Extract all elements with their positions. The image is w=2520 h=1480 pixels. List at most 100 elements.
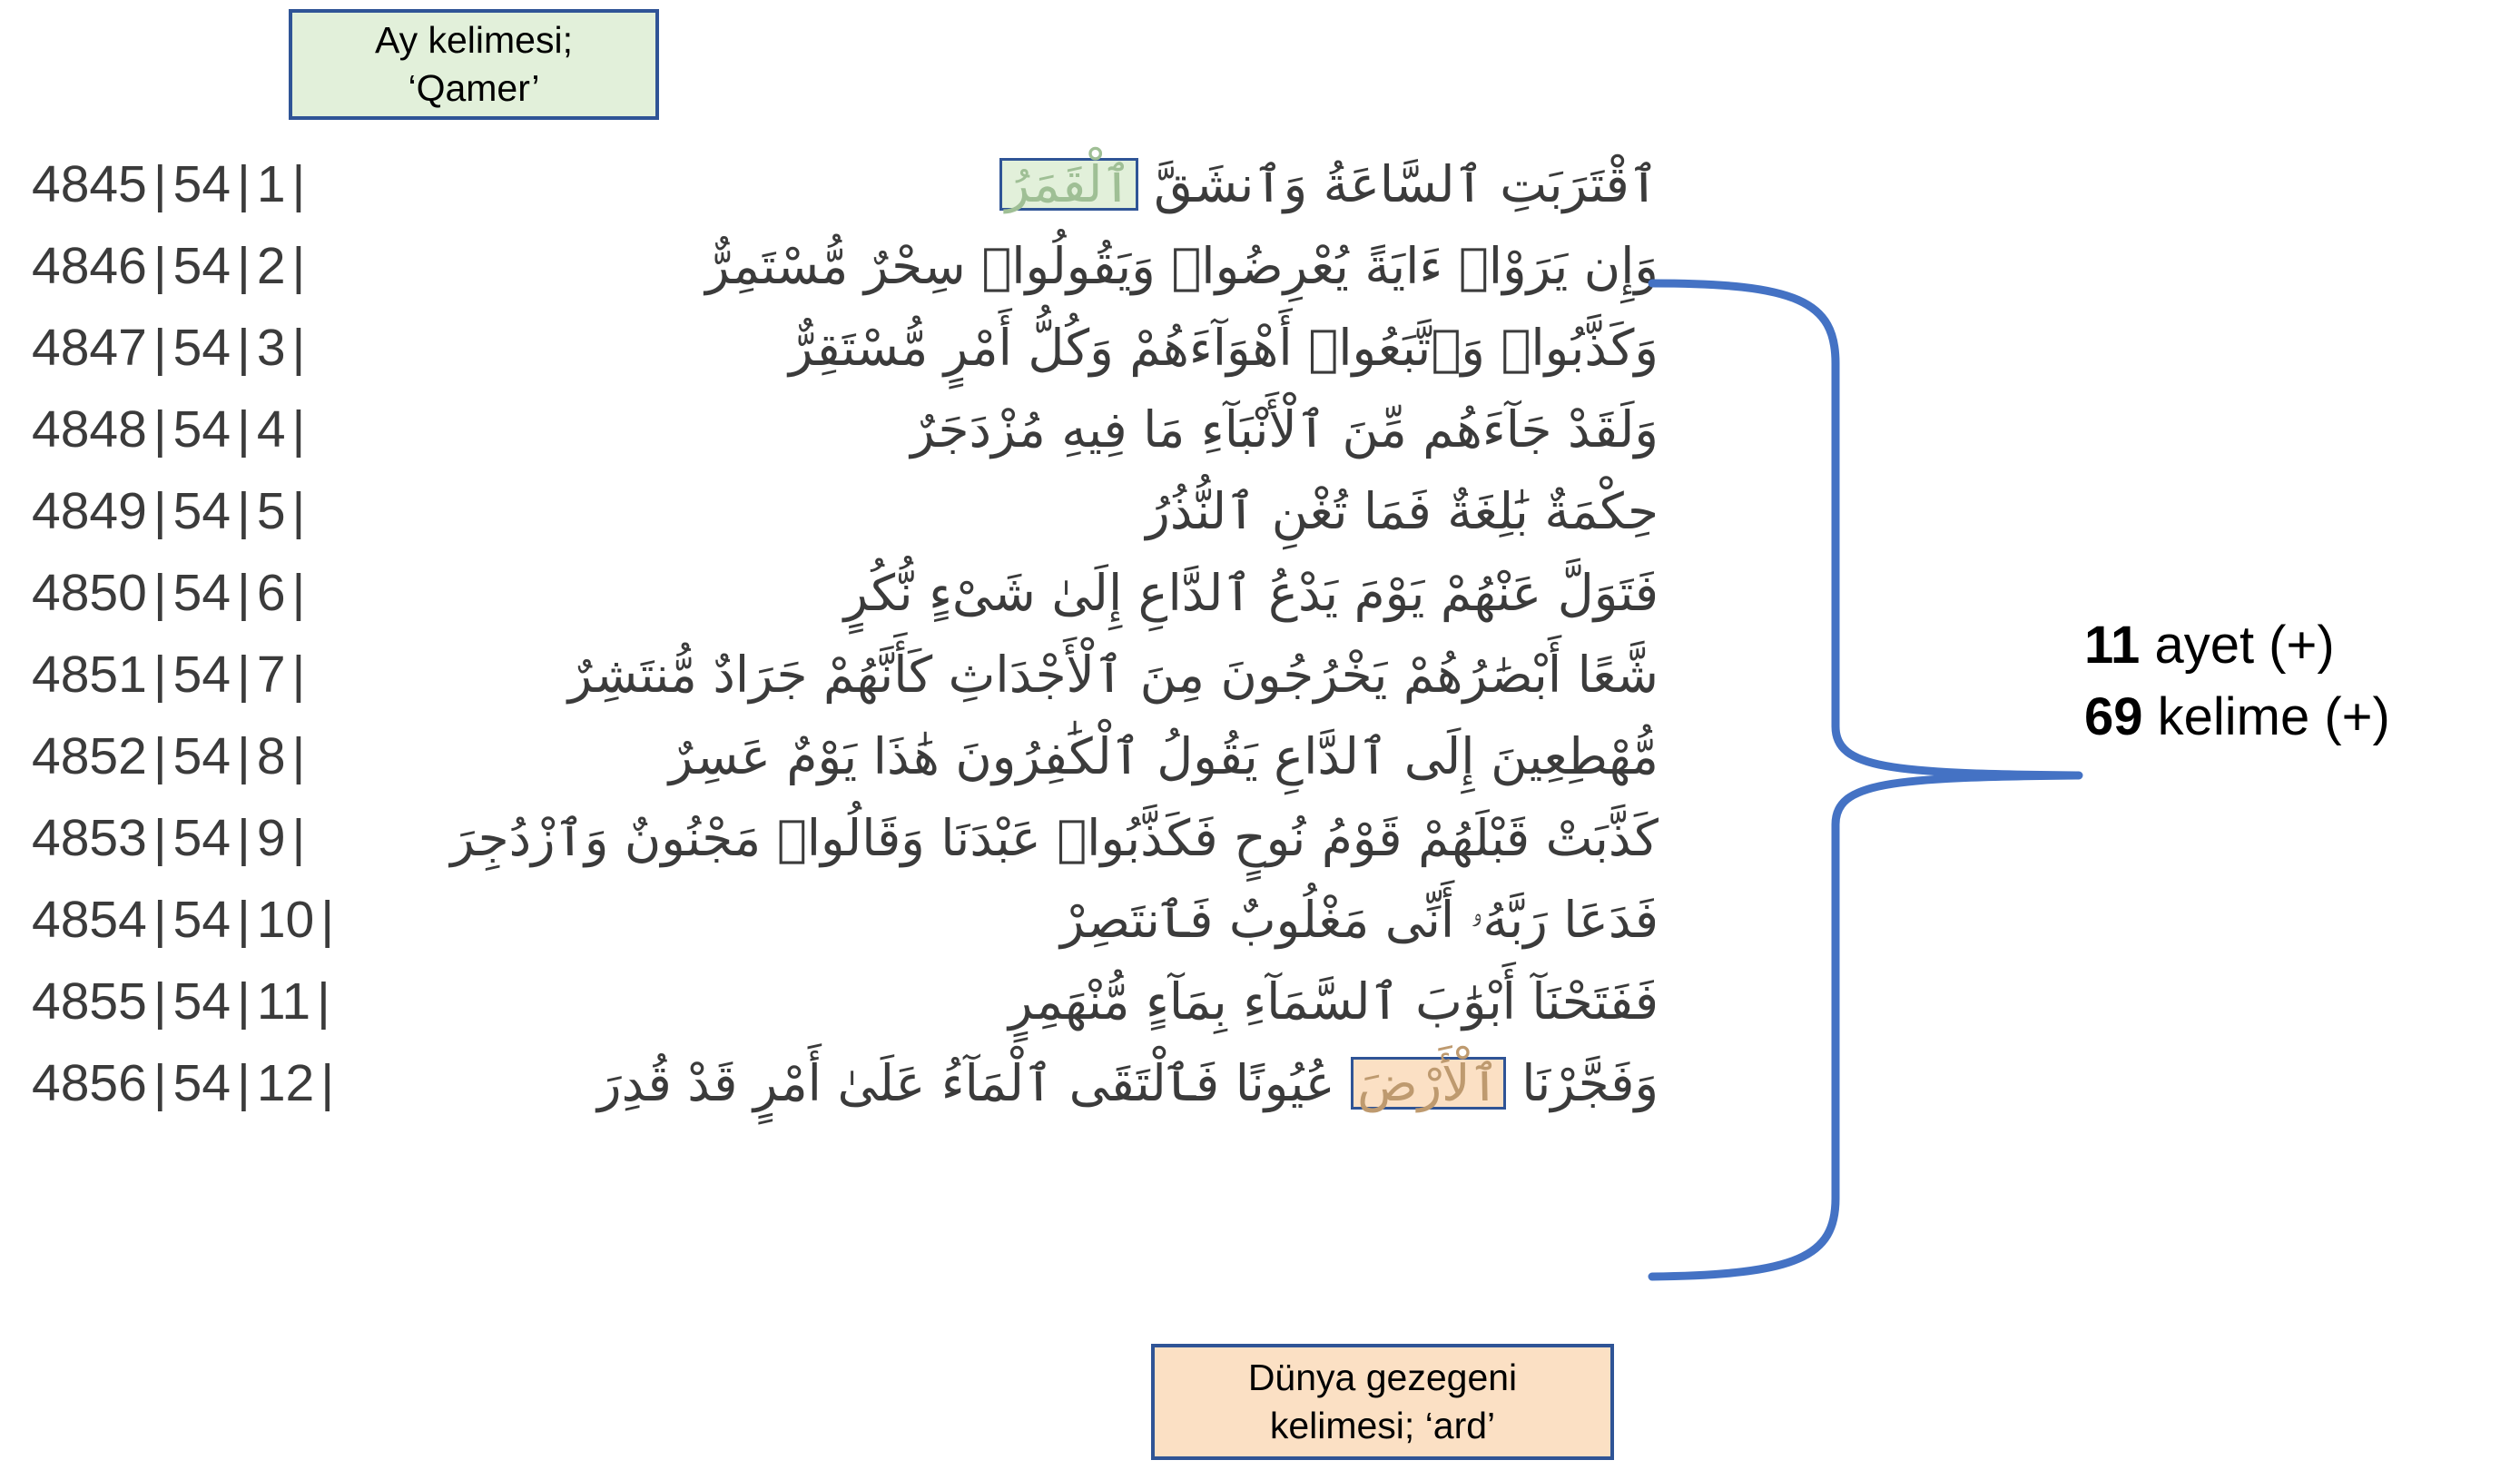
verse-separator: | (237, 482, 251, 540)
verse-text-pre: فَتَوَلَّ عَنْهُمْ يَوْمَ يَدْعُ ٱلدَّاع… (843, 563, 1659, 622)
verse-reference: 4845 | 54 | 1 | (32, 154, 311, 214)
summary-ayet-line: 11 ayet (+) (2084, 610, 2511, 682)
callout-moon-line1: Ay kelimesi; (375, 18, 573, 61)
callout-moon-line2: ‘Qamer’ (408, 67, 540, 109)
verse-separator: | (291, 400, 306, 459)
verse-list: ٱقْتَرَبَتِ ٱلسَّاعَةُ وَٱنشَقَّ ٱلْقَمَ… (32, 143, 1666, 1124)
verse-separator: | (153, 400, 167, 459)
verse-separator: | (153, 727, 167, 785)
verse-global-index: 4852 (32, 727, 147, 785)
verse-reference: 4856 | 54 | 12 | (32, 1053, 340, 1113)
verse-surah-number: 54 (172, 727, 231, 785)
verse-arabic-text: فَتَوَلَّ عَنْهُمْ يَوْمَ يَدْعُ ٱلدَّاع… (311, 567, 1666, 618)
verse-text-pre: فَدَعَا رَبَّهُۥ أَنِّى مَغْلُوبٌ فَٱنتَ… (1059, 890, 1659, 949)
verse-text-pre: وَلَقَدْ جَآءَهُم مِّنَ ٱلْأَنْبَآءِ مَا… (911, 400, 1659, 459)
summary-ayet-label: ayet (+) (2140, 616, 2335, 675)
verse-row: وَإِن يَرَوْاۡ ءَايَةً يُعْرِضُواۡ وَيَق… (32, 225, 1666, 307)
verse-row: وَفَجَّرْنَا ٱلْأَرْضَ عُيُونًا فَٱلْتَق… (32, 1042, 1666, 1124)
verse-global-index: 4853 (32, 809, 147, 867)
verse-reference: 4848 | 54 | 4 | (32, 400, 311, 459)
verse-ayah-number: 10 (256, 891, 315, 949)
verse-surah-number: 54 (172, 1054, 231, 1112)
grouping-brace (1648, 279, 2083, 1281)
verse-global-index: 4848 (32, 400, 147, 459)
verse-reference: 4852 | 54 | 8 | (32, 726, 311, 786)
verse-row: وَلَقَدْ جَآءَهُم مِّنَ ٱلْأَنْبَآءِ مَا… (32, 389, 1666, 470)
verse-text-pre: كَذَّبَتْ قَبْلَهُمْ قَوْمُ نُوحٍ فَكَذّ… (450, 808, 1659, 867)
verse-global-index: 4845 (32, 155, 147, 213)
verse-arabic-text: حِكْمَةٌ بَٰلِغَةٌ فَمَا تُغْنِ ٱلنُّذُر… (311, 486, 1666, 537)
callout-earth-line2: kelimesi; ‘ard’ (1269, 1405, 1496, 1446)
verse-surah-number: 54 (172, 564, 231, 622)
verse-global-index: 4854 (32, 891, 147, 949)
verse-separator: | (237, 319, 251, 377)
verse-separator: | (291, 482, 306, 540)
summary-kelime-count: 69 (2084, 686, 2143, 746)
verse-separator: | (237, 400, 251, 459)
verse-separator: | (237, 891, 251, 949)
verse-surah-number: 54 (172, 891, 231, 949)
verse-surah-number: 54 (172, 809, 231, 867)
verse-arabic-text: فَفَتَحْنَآ أَبْوَٰبَ ٱلسَّمَآءِ بِمَآءٍ… (337, 976, 1666, 1027)
verse-reference: 4849 | 54 | 5 | (32, 481, 311, 541)
verse-separator: | (291, 155, 306, 213)
verse-separator: | (237, 1054, 251, 1112)
verse-separator: | (291, 564, 306, 622)
verse-global-index: 4851 (32, 646, 147, 704)
verse-text-post: عُيُونًا فَٱلْتَقَى ٱلْمَآءُ عَلَىٰ أَمْ… (597, 1053, 1352, 1112)
verse-separator: | (291, 237, 306, 295)
verse-surah-number: 54 (172, 482, 231, 540)
summary-kelime-label: kelime (+) (2142, 686, 2390, 746)
verse-global-index: 4846 (32, 237, 147, 295)
verse-ayah-number: 11 (256, 972, 311, 1031)
callout-moon-word: Ay kelimesi; ‘Qamer’ (289, 9, 659, 120)
verse-surah-number: 54 (172, 319, 231, 377)
verse-text-pre: حِكْمَةٌ بَٰلِغَةٌ فَمَا تُغْنِ ٱلنُّذُر… (1146, 481, 1659, 540)
verse-row: فَتَوَلَّ عَنْهُمْ يَوْمَ يَدْعُ ٱلدَّاع… (32, 552, 1666, 634)
verse-surah-number: 54 (172, 237, 231, 295)
verse-text-pre: وَإِن يَرَوْاۡ ءَايَةً يُعْرِضُواۡ وَيَق… (705, 236, 1659, 295)
verse-separator: | (317, 972, 330, 1031)
verse-separator: | (153, 482, 167, 540)
verse-ayah-number: 7 (256, 646, 286, 704)
verse-global-index: 4855 (32, 972, 147, 1031)
verse-separator: | (153, 155, 167, 213)
verse-separator: | (153, 891, 167, 949)
verse-global-index: 4847 (32, 319, 147, 377)
verse-reference: 4855 | 54 | 11 | (32, 972, 337, 1031)
verse-arabic-text: وَكَذَّبُواۡ وَٱتَّبَعُواۡ أَهْوَآءَهُمْ… (311, 322, 1666, 373)
verse-separator: | (153, 237, 167, 295)
verse-arabic-text: كَذَّبَتْ قَبْلَهُمْ قَوْمُ نُوحٍ فَكَذّ… (311, 813, 1666, 863)
verse-separator: | (320, 891, 335, 949)
verse-separator: | (237, 646, 251, 704)
verse-reference: 4847 | 54 | 3 | (32, 318, 311, 378)
verse-row: فَدَعَا رَبَّهُۥ أَنِّى مَغْلُوبٌ فَٱنتَ… (32, 879, 1666, 961)
verse-arabic-text: فَدَعَا رَبَّهُۥ أَنِّى مَغْلُوبٌ فَٱنتَ… (340, 894, 1666, 945)
verse-arabic-text: ٱقْتَرَبَتِ ٱلسَّاعَةُ وَٱنشَقَّ ٱلْقَمَ… (311, 154, 1666, 213)
verse-text-pre: ٱقْتَرَبَتِ ٱلسَّاعَةُ وَٱنشَقَّ (1137, 154, 1659, 213)
verse-separator: | (153, 319, 167, 377)
verse-separator: | (237, 237, 251, 295)
verse-global-index: 4856 (32, 1054, 147, 1112)
verse-separator: | (237, 564, 251, 622)
verse-row: فَفَتَحْنَآ أَبْوَٰبَ ٱلسَّمَآءِ بِمَآءٍ… (32, 961, 1666, 1042)
verse-global-index: 4849 (32, 482, 147, 540)
verse-arabic-text: وَفَجَّرْنَا ٱلْأَرْضَ عُيُونًا فَٱلْتَق… (340, 1053, 1666, 1112)
verse-text-pre: وَكَذَّبُواۡ وَٱتَّبَعُواۡ أَهْوَآءَهُمْ… (789, 318, 1659, 377)
highlighted-word: ٱلْقَمَرُ (999, 157, 1138, 212)
callout-earth-line1: Dünya gezegeni (1247, 1356, 1518, 1398)
verse-separator: | (291, 809, 306, 867)
verse-text-pre: شَّعًا أَبْصَٰرُهُمْ يَخْرُجُونَ مِنَ ٱل… (567, 645, 1659, 704)
verse-surah-number: 54 (172, 646, 231, 704)
verse-reference: 4846 | 54 | 2 | (32, 236, 311, 296)
verse-separator: | (291, 727, 306, 785)
verse-ayah-number: 5 (256, 482, 286, 540)
verse-global-index: 4850 (32, 564, 147, 622)
verse-ayah-number: 6 (256, 564, 286, 622)
verse-reference: 4851 | 54 | 7 | (32, 645, 311, 705)
verse-surah-number: 54 (172, 155, 231, 213)
verse-row: حِكْمَةٌ بَٰلِغَةٌ فَمَا تُغْنِ ٱلنُّذُر… (32, 470, 1666, 552)
verse-row: وَكَذَّبُواۡ وَٱتَّبَعُواۡ أَهْوَآءَهُمْ… (32, 307, 1666, 389)
verse-ayah-number: 2 (256, 237, 286, 295)
verse-arabic-text: مُّهْطِعِينَ إِلَى ٱلدَّاعِ يَقُولُ ٱلْك… (311, 731, 1666, 782)
